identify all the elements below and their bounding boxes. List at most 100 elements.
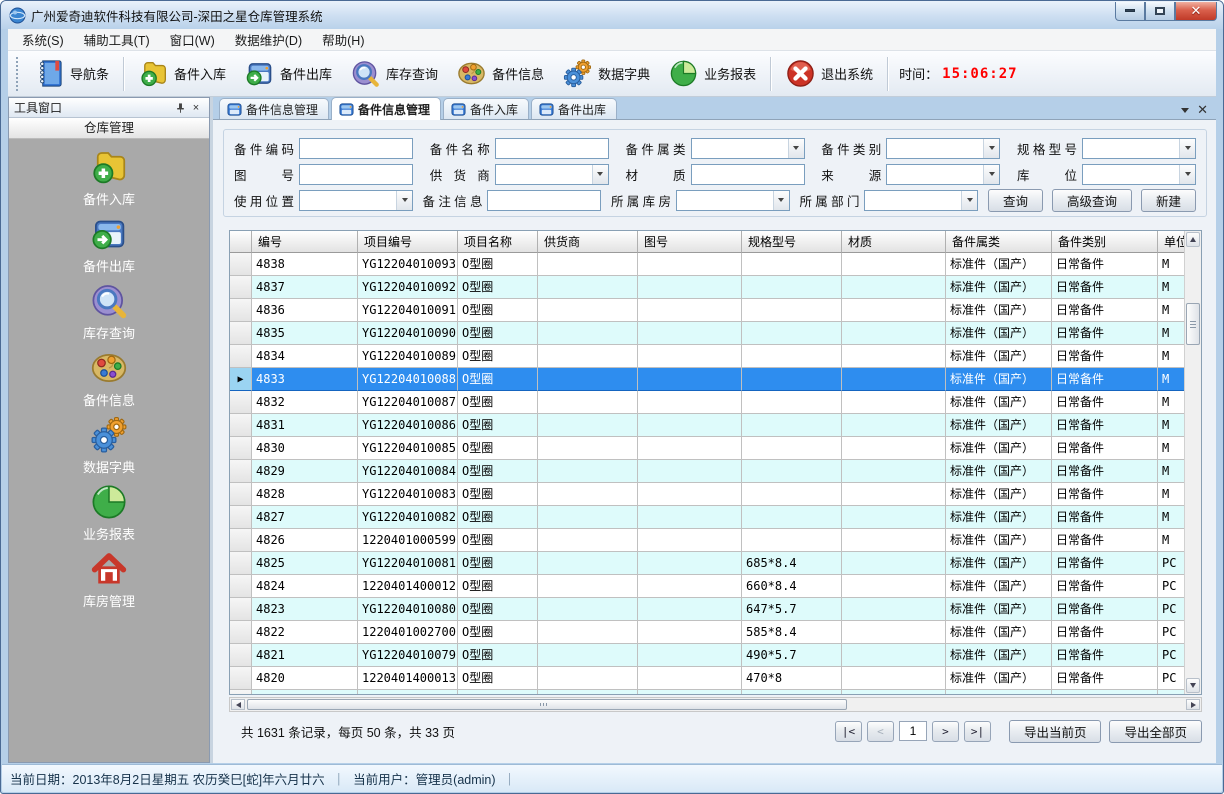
row-selector-header[interactable] [230, 231, 252, 253]
warehouse-dropdown[interactable] [676, 190, 790, 211]
prev-page-button[interactable]: < [867, 721, 894, 742]
table-row[interactable]: 48261220401000599O型圈标准件（国产）日常备件M [230, 529, 1184, 552]
toolbar-grip[interactable] [16, 57, 21, 91]
table-row[interactable]: 4831YG12204010086O型圈标准件（国产）日常备件M [230, 414, 1184, 437]
chevron-down-icon[interactable] [1179, 139, 1195, 158]
toolbar-button-stock-in[interactable]: 备件入库 [129, 54, 235, 93]
vertical-scroll-thumb[interactable] [1186, 303, 1200, 345]
table-row[interactable]: 4825YG12204010081O型圈685*8.4标准件（国产）日常备件PC [230, 552, 1184, 575]
row-selector-cell[interactable] [230, 460, 252, 483]
toolbar-button-data-dictionary[interactable]: 数据字典 [553, 54, 659, 93]
table-row[interactable]: 4835YG12204010090O型圈标准件（国产）日常备件M [230, 322, 1184, 345]
location-dropdown[interactable] [1082, 164, 1196, 185]
toolbar-button-business-report[interactable]: 业务报表 [659, 54, 765, 93]
tab-list-chevron-down-icon[interactable] [1181, 108, 1189, 113]
export-all-pages-button[interactable]: 导出全部页 [1109, 720, 1202, 743]
part-class-dropdown[interactable] [886, 138, 1000, 159]
chevron-down-icon[interactable] [396, 191, 412, 210]
tab-close-icon[interactable]: ✕ [1197, 105, 1208, 115]
column-header[interactable]: 单位 [1158, 231, 1184, 253]
advanced-query-button[interactable]: 高级查询 [1052, 189, 1132, 212]
page-number-input[interactable] [899, 721, 927, 741]
maximize-button[interactable] [1145, 2, 1175, 21]
part-category-dropdown[interactable] [691, 138, 805, 159]
part-code-input[interactable] [299, 138, 413, 159]
row-selector-cell[interactable] [230, 322, 252, 345]
sidebar-item-business-report[interactable]: 业务报表 [9, 482, 209, 549]
sidebar-item-warehouse-management[interactable]: 库房管理 [9, 549, 209, 616]
table-row[interactable]: ▶4833YG12204010088O型圈标准件（国产）日常备件M [230, 368, 1184, 391]
grid-vertical-scrollbar[interactable] [1184, 231, 1201, 694]
row-selector-cell[interactable] [230, 598, 252, 621]
next-page-button[interactable]: > [932, 721, 959, 742]
sidebar-item-stock-out[interactable]: 备件出库 [9, 214, 209, 281]
grid-horizontal-scrollbar[interactable] [229, 697, 1202, 712]
table-row[interactable]: 4838YG12204010093O型圈标准件（国产）日常备件M [230, 253, 1184, 276]
column-header[interactable]: 图号 [638, 231, 742, 253]
row-selector-cell[interactable] [230, 437, 252, 460]
toolbar-button-inventory-query[interactable]: 库存查询 [341, 54, 447, 93]
column-header[interactable]: 备件类别 [1052, 231, 1158, 253]
row-selector-cell[interactable] [230, 391, 252, 414]
table-row[interactable]: 4829YG12204010084O型圈标准件（国产）日常备件M [230, 460, 1184, 483]
table-row[interactable]: 48221220401002700O型圈585*8.4标准件（国产）日常备件PC [230, 621, 1184, 644]
row-selector-cell[interactable]: ▶ [230, 368, 252, 391]
table-row[interactable]: 4830YG12204010085O型圈标准件（国产）日常备件M [230, 437, 1184, 460]
table-row[interactable]: 48201220401400013O型圈470*8标准件（国产）日常备件PC [230, 667, 1184, 690]
sidebar-item-stock-in[interactable]: 备件入库 [9, 147, 209, 214]
row-selector-cell[interactable] [230, 529, 252, 552]
chevron-down-icon[interactable] [788, 139, 804, 158]
spec-model-dropdown[interactable] [1082, 138, 1196, 159]
row-selector-cell[interactable] [230, 644, 252, 667]
column-header[interactable]: 供货商 [538, 231, 638, 253]
row-selector-cell[interactable] [230, 575, 252, 598]
remark-input[interactable] [487, 190, 601, 211]
close-button[interactable]: ✕ [1175, 2, 1217, 21]
row-selector-cell[interactable] [230, 299, 252, 322]
column-header[interactable]: 项目名称 [458, 231, 538, 253]
row-selector-cell[interactable] [230, 414, 252, 437]
menu-item[interactable]: 数据维护(D) [225, 27, 312, 52]
new-button[interactable]: 新建 [1141, 189, 1196, 212]
table-row[interactable]: 4823YG12204010080O型圈647*5.7标准件（国产）日常备件PC [230, 598, 1184, 621]
column-header[interactable]: 材质 [842, 231, 946, 253]
menu-item[interactable]: 系统(S) [12, 27, 74, 52]
tab-parts-info-management-1[interactable]: 备件信息管理 [219, 98, 329, 119]
table-row[interactable]: 48241220401400012O型圈660*8.4标准件（国产）日常备件PC [230, 575, 1184, 598]
table-row[interactable]: 4834YG12204010089O型圈标准件（国产）日常备件M [230, 345, 1184, 368]
table-row[interactable]: 4827YG12204010082O型圈标准件（国产）日常备件M [230, 506, 1184, 529]
horizontal-scroll-thumb[interactable] [247, 699, 847, 710]
last-page-button[interactable]: >| [964, 721, 991, 742]
chevron-down-icon[interactable] [773, 191, 789, 210]
tab-stock-in[interactable]: 备件入库 [443, 98, 529, 119]
row-selector-cell[interactable] [230, 690, 252, 694]
toolbar-button-exit-system[interactable]: 退出系统 [776, 54, 882, 93]
sidebar-item-parts-info[interactable]: 备件信息 [9, 348, 209, 415]
menu-item[interactable]: 辅助工具(T) [74, 27, 160, 52]
query-button[interactable]: 查询 [988, 189, 1043, 212]
table-row[interactable]: 4832YG12204010087O型圈标准件（国产）日常备件M [230, 391, 1184, 414]
source-dropdown[interactable] [886, 164, 1000, 185]
toolbar-button-parts-info[interactable]: 备件信息 [447, 54, 553, 93]
supplier-dropdown[interactable] [495, 164, 609, 185]
tab-stock-out[interactable]: 备件出库 [531, 98, 617, 119]
drawing-no-input[interactable] [299, 164, 413, 185]
row-selector-cell[interactable] [230, 621, 252, 644]
scroll-down-icon[interactable] [1186, 678, 1200, 693]
tab-parts-info-management-2[interactable]: 备件信息管理 [331, 97, 441, 120]
table-row[interactable]: 4828YG12204010083O型圈标准件（国产）日常备件M [230, 483, 1184, 506]
sidebar-item-inventory-query[interactable]: 库存查询 [9, 281, 209, 348]
export-current-page-button[interactable]: 导出当前页 [1009, 720, 1102, 743]
menu-item[interactable]: 窗口(W) [160, 27, 225, 52]
material-input[interactable] [691, 164, 805, 185]
chevron-down-icon[interactable] [1179, 165, 1195, 184]
chevron-down-icon[interactable] [592, 165, 608, 184]
toolbar-button-stock-out[interactable]: 备件出库 [235, 54, 341, 93]
row-selector-cell[interactable] [230, 506, 252, 529]
row-selector-cell[interactable] [230, 483, 252, 506]
first-page-button[interactable]: |< [835, 721, 862, 742]
sidebar-item-data-dictionary[interactable]: 数据字典 [9, 415, 209, 482]
chevron-down-icon[interactable] [983, 165, 999, 184]
part-name-input[interactable] [495, 138, 609, 159]
department-dropdown[interactable] [864, 190, 978, 211]
